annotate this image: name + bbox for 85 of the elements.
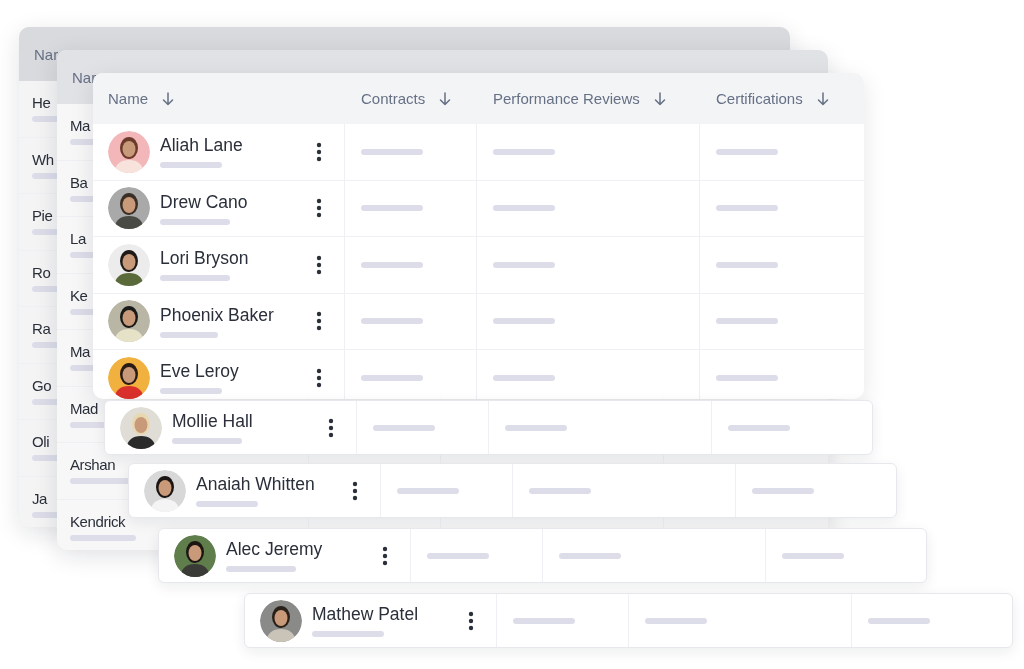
table-cell: Ja xyxy=(32,490,48,506)
table-cell: Ma xyxy=(70,344,91,360)
placeholder-bar xyxy=(160,162,222,169)
table-cell: Ba xyxy=(70,174,88,190)
placeholder-bar xyxy=(493,318,555,325)
table-cell: Ra xyxy=(32,321,51,337)
column-header[interactable]: Performance Reviews xyxy=(493,90,640,107)
more-icon[interactable] xyxy=(316,254,322,275)
person-name: Lori Bryson xyxy=(160,248,249,270)
more-icon[interactable] xyxy=(316,198,322,219)
column-header[interactable]: Name xyxy=(108,90,148,107)
more-icon[interactable] xyxy=(316,311,322,332)
placeholder-bar xyxy=(559,552,621,559)
placeholder-bar xyxy=(529,487,591,494)
placeholder-bar xyxy=(493,205,555,212)
table-cell: Ke xyxy=(70,287,88,303)
table-cell: Kendrick xyxy=(70,513,126,529)
table-row[interactable]: Alec Jeremy xyxy=(158,528,927,583)
column-header[interactable]: Nar xyxy=(72,68,97,86)
person-name: Mathew Patel xyxy=(312,604,419,625)
sort-arrow-icon[interactable] xyxy=(653,91,666,106)
table-cell: Go xyxy=(32,377,52,393)
table-cell: La xyxy=(70,231,86,247)
placeholder-bar xyxy=(716,318,778,325)
person-name: Alec Jeremy xyxy=(226,539,323,560)
table-cell: Oli xyxy=(32,434,50,450)
column-header[interactable]: Nar xyxy=(34,45,59,63)
placeholder-bar xyxy=(752,487,814,494)
placeholder-bar xyxy=(160,331,218,338)
placeholder-bar xyxy=(505,424,567,431)
person-name: Aliah Lane xyxy=(160,135,243,157)
placeholder-bar xyxy=(427,552,489,559)
more-icon[interactable] xyxy=(352,480,358,501)
table-cell: Arshan xyxy=(70,457,116,473)
table-cell: Mad xyxy=(70,400,98,416)
table-cell: Wh xyxy=(32,151,54,167)
placeholder-bar xyxy=(716,261,778,268)
placeholder-bar xyxy=(716,148,778,155)
placeholder-bar xyxy=(312,631,384,637)
placeholder-bar xyxy=(160,275,230,282)
placeholder-bar xyxy=(226,566,296,572)
placeholder-bar xyxy=(728,424,790,431)
placeholder-bar xyxy=(172,438,242,444)
placeholder-bar xyxy=(782,552,844,559)
placeholder-bar xyxy=(160,218,230,225)
placeholder-bar xyxy=(361,205,423,212)
placeholder-bar xyxy=(397,487,459,494)
sort-arrow-icon[interactable] xyxy=(816,91,829,106)
placeholder-bar xyxy=(160,388,222,395)
table-row[interactable]: Mathew Patel xyxy=(244,593,1013,648)
more-icon[interactable] xyxy=(316,367,322,388)
placeholder-bar xyxy=(716,374,778,381)
person-name: Drew Cano xyxy=(160,191,248,213)
sort-arrow-icon[interactable] xyxy=(162,91,174,106)
placeholder-bar xyxy=(493,261,555,268)
person-name: Anaiah Whitten xyxy=(196,474,315,495)
placeholder-bar xyxy=(373,424,435,431)
table-cell: Ro xyxy=(32,264,51,280)
placeholder-bar xyxy=(361,148,423,155)
placeholder-bar xyxy=(716,205,778,212)
column-header[interactable]: Contracts xyxy=(361,90,426,107)
placeholder-bar xyxy=(361,374,423,381)
column-header[interactable]: Certifications xyxy=(716,90,803,107)
table-cell: Ma xyxy=(70,118,91,134)
more-icon[interactable] xyxy=(328,417,334,438)
table-cell: He xyxy=(32,95,51,111)
person-name: Phoenix Baker xyxy=(160,304,274,326)
more-icon[interactable] xyxy=(382,545,388,566)
table-row[interactable]: Anaiah Whitten xyxy=(128,463,897,518)
placeholder-bar xyxy=(868,617,930,624)
placeholder-bar xyxy=(513,617,575,624)
placeholder-bar xyxy=(196,501,258,507)
more-icon[interactable] xyxy=(468,610,474,631)
placeholder-bar xyxy=(70,534,136,541)
more-icon[interactable] xyxy=(316,141,322,162)
table-row[interactable]: Mollie Hall xyxy=(104,400,873,455)
sort-arrow-icon[interactable] xyxy=(439,91,452,106)
placeholder-bar xyxy=(493,374,555,381)
placeholder-bar xyxy=(645,617,707,624)
placeholder-bar xyxy=(361,261,423,268)
placeholder-bar xyxy=(361,318,423,325)
person-name: Mollie Hall xyxy=(172,411,253,432)
person-name: Eve Leroy xyxy=(160,361,239,383)
placeholder-bar xyxy=(493,148,555,155)
table-cell: Pie xyxy=(32,208,53,224)
